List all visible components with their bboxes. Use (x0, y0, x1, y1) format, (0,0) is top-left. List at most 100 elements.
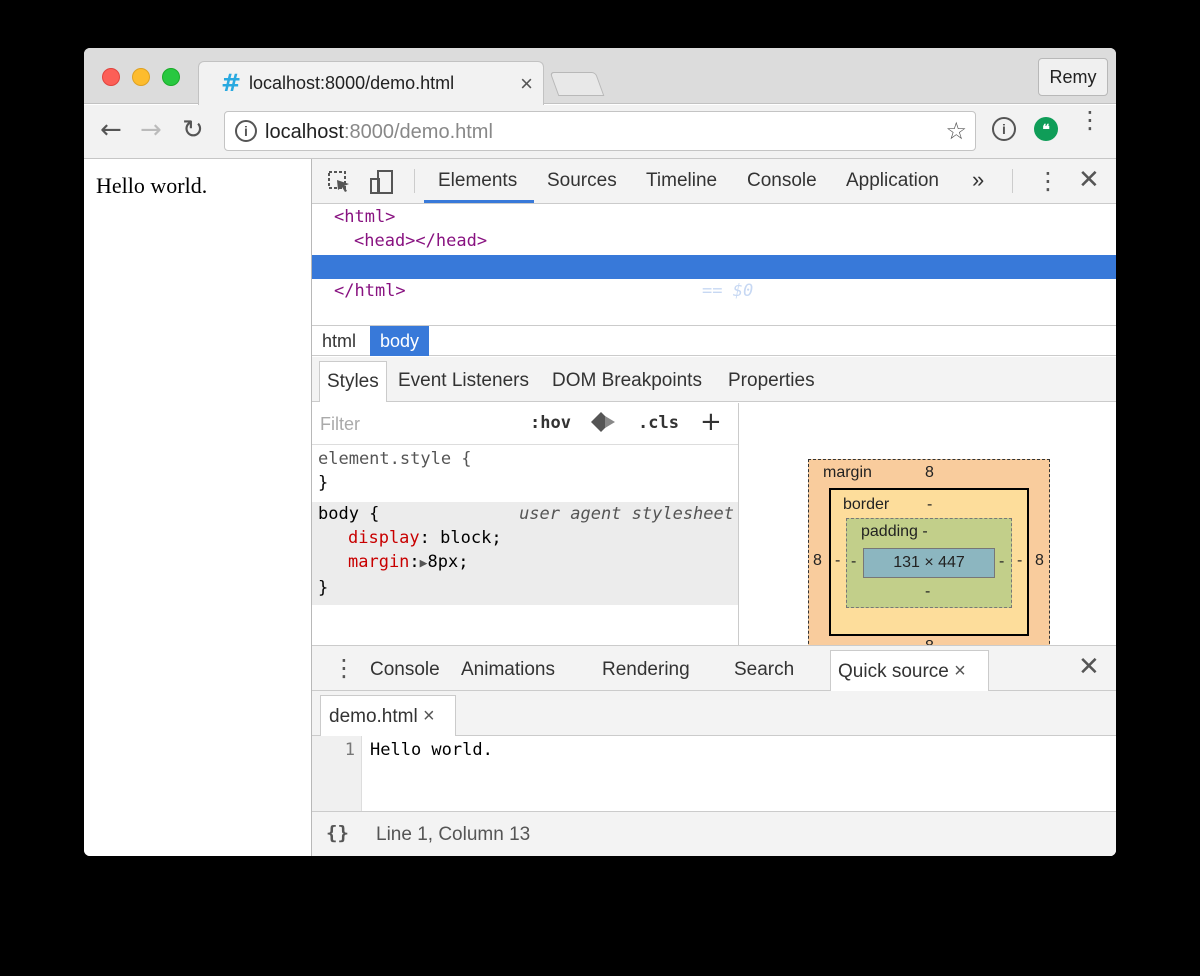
border-left-value[interactable]: - (835, 552, 840, 570)
hangouts-extension-icon[interactable]: ❝ (1034, 117, 1058, 141)
margin-declaration[interactable]: margin:▶8px; (318, 550, 738, 576)
body-ua-rule: body { user agent stylesheet display: blo… (312, 502, 738, 605)
tab-event-listeners[interactable]: Event Listeners (398, 370, 529, 392)
sidebar-tab-bar: Styles Event Listeners DOM Breakpoints P… (312, 357, 1116, 402)
breadcrumb: html body (312, 325, 1116, 356)
extension-info-icon[interactable]: i (992, 117, 1016, 141)
site-info-icon[interactable]: i (235, 120, 257, 142)
devtools-panel: Elements Sources Timeline Console Applic… (311, 159, 1116, 856)
more-tabs-icon[interactable]: » (972, 167, 984, 193)
tab-title: localhost:8000/demo.html (249, 73, 455, 93)
drawer-tab-search[interactable]: Search (734, 659, 794, 681)
code-editor[interactable]: 1 Hello world. (312, 736, 1116, 811)
styles-filter-bar: Filter :hov .cls + (312, 403, 738, 445)
rendering-diamond-icon[interactable] (590, 411, 616, 438)
devtools-close-icon[interactable]: ✕ (1078, 165, 1100, 195)
styles-pane: Filter :hov .cls + element.style { } bod… (312, 403, 739, 645)
margin-label: margin (823, 464, 872, 481)
padding-label: padding - (861, 523, 928, 540)
code-line[interactable]: Hello world. (370, 740, 493, 760)
breadcrumb-body[interactable]: body (370, 326, 430, 356)
drawer-tab-console[interactable]: Console (370, 659, 440, 681)
margin-value: 8px; (427, 552, 469, 572)
browser-window: # localhost:8000/demo.html × Remy ← → ↻ … (84, 48, 1116, 856)
tab-sources[interactable]: Sources (547, 170, 617, 192)
dom-node-body-selected[interactable]: ••• <body>Hello world.</body> == $0 (312, 255, 1116, 301)
user-agent-source: user agent stylesheet (519, 504, 734, 524)
hash-favicon-icon: # (221, 69, 242, 97)
browser-menu-icon[interactable]: ⋮ (1078, 108, 1102, 132)
expand-triangle-icon[interactable]: ▶ (420, 556, 428, 571)
box-model-content[interactable]: 131 × 447 (863, 548, 995, 578)
drawer-close-icon[interactable]: ✕ (1078, 652, 1100, 682)
border-top-value[interactable]: - (927, 496, 932, 514)
window-close-button[interactable] (102, 68, 120, 86)
margin-right-value[interactable]: 8 (1035, 552, 1044, 570)
back-arrow-icon[interactable]: ← (100, 115, 122, 145)
inspect-element-icon[interactable] (326, 169, 352, 201)
active-tab-indicator (424, 200, 534, 203)
editor-status-bar: {} Line 1, Column 13 (312, 811, 1116, 856)
quick-source-close-icon[interactable]: × (954, 660, 966, 682)
breadcrumb-html[interactable]: html (312, 326, 366, 356)
rule-close-brace: } (318, 473, 329, 493)
tab-dom-breakpoints[interactable]: DOM Breakpoints (552, 370, 702, 392)
dom-node-html-open[interactable]: <html> (312, 205, 1116, 229)
display-declaration[interactable]: display: block; (318, 526, 738, 550)
tab-strip: # localhost:8000/demo.html × Remy (84, 48, 1116, 105)
devtools-menu-icon[interactable]: ⋮ (1036, 167, 1060, 195)
tab-console[interactable]: Console (747, 170, 817, 192)
element-style-rule: element.style { } (312, 447, 738, 501)
margin-left-value[interactable]: 8 (813, 552, 822, 570)
box-model-padding[interactable]: padding - - - - 131 × 447 (846, 518, 1012, 608)
dom-node-html-close[interactable]: </html> (312, 279, 1116, 303)
reload-icon[interactable]: ↻ (182, 115, 204, 145)
tab-close-icon[interactable]: × (520, 71, 533, 97)
element-style-selector[interactable]: element.style { (318, 447, 738, 471)
class-toggle-button[interactable]: .cls (638, 413, 679, 433)
device-toolbar-icon[interactable] (368, 169, 396, 201)
dom-node-head[interactable]: <head></head> (312, 229, 1116, 253)
padding-right-value[interactable]: - (999, 553, 1004, 571)
drawer-tab-quick-source[interactable]: Quick source × (830, 650, 989, 692)
box-model-border[interactable]: border - - - padding - - - - 131 × 447 (829, 488, 1029, 636)
url-host: localhost (265, 121, 344, 143)
toolbar-separator (414, 169, 415, 193)
bookmark-star-icon[interactable]: ☆ (945, 117, 967, 145)
padding-bottom-value[interactable]: - (925, 583, 930, 601)
padding-left-value[interactable]: - (851, 553, 856, 571)
styles-filter-input[interactable]: Filter (320, 414, 360, 435)
tab-styles[interactable]: Styles (319, 361, 387, 402)
file-tab-demo[interactable]: demo.html × (320, 695, 456, 736)
browser-tab-active[interactable]: # localhost:8000/demo.html × (198, 61, 544, 105)
tab-application[interactable]: Application (846, 170, 939, 192)
address-bar[interactable]: i localhost:8000/demo.html ☆ (224, 111, 976, 151)
body-selector[interactable]: body { (318, 504, 379, 524)
tab-elements[interactable]: Elements (438, 170, 517, 192)
window-minimize-button[interactable] (132, 68, 150, 86)
border-right-value[interactable]: - (1017, 552, 1022, 570)
body-rule-header: body { user agent stylesheet (318, 502, 738, 526)
pretty-print-icon[interactable]: {} (326, 822, 349, 844)
tab-properties[interactable]: Properties (728, 370, 815, 392)
forward-arrow-icon[interactable]: → (140, 115, 162, 145)
hover-state-button[interactable]: :hov (530, 413, 571, 433)
margin-bottom-value[interactable]: 8 (925, 638, 934, 645)
drawer-tab-bar: ⋮ Console Animations Rendering Search Qu… (312, 645, 1116, 692)
window-maximize-button[interactable] (162, 68, 180, 86)
rule-close-brace: } (318, 578, 329, 598)
html-open-tag: <html> (334, 207, 396, 227)
drawer-tab-animations[interactable]: Animations (461, 659, 555, 681)
margin-top-value[interactable]: 8 (925, 464, 934, 482)
new-rule-plus-icon[interactable]: + (700, 407, 722, 437)
drawer-menu-icon[interactable]: ⋮ (332, 654, 356, 682)
head-tag: <head></head> (354, 231, 488, 251)
new-tab-button[interactable] (549, 72, 605, 96)
page-viewport: Hello world. (84, 159, 311, 856)
profile-button[interactable]: Remy (1038, 58, 1108, 96)
tab-timeline[interactable]: Timeline (646, 170, 717, 192)
file-tab-close-icon[interactable]: × (423, 705, 435, 727)
devtools-tab-bar: Elements Sources Timeline Console Applic… (312, 159, 1116, 204)
box-model-margin[interactable]: margin 8 8 8 8 border - - - padding - - … (808, 459, 1050, 645)
drawer-tab-rendering[interactable]: Rendering (602, 659, 690, 681)
